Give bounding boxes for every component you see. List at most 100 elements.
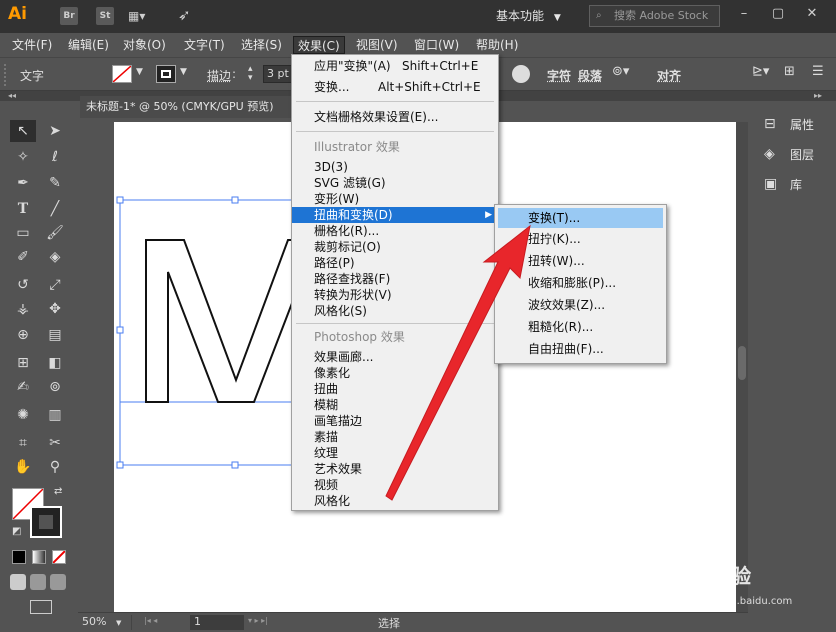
grip-handle[interactable] bbox=[4, 64, 8, 86]
style-icon[interactable]: ⊚▾ bbox=[612, 64, 638, 82]
transform-icon[interactable]: ⊵▾ bbox=[752, 64, 776, 82]
stroke-stepper[interactable]: ▴ ▾ bbox=[248, 65, 260, 83]
menu-window[interactable]: 窗口(W) bbox=[410, 36, 463, 54]
stroke-swatch[interactable] bbox=[156, 65, 176, 83]
recolor-artwork-icon[interactable] bbox=[512, 65, 530, 83]
stroke-color-swatch[interactable] bbox=[30, 506, 62, 538]
menu-item-distort-transform[interactable]: 扭曲和变换(D) ▶ bbox=[292, 207, 498, 223]
menu-item-blur[interactable]: 模糊 bbox=[292, 397, 498, 413]
first-page-icon[interactable]: |◂ ◂ bbox=[144, 616, 157, 625]
mesh-tool-icon[interactable]: ⊞ bbox=[10, 352, 36, 374]
eyedropper-tool-icon[interactable]: ✍ bbox=[10, 376, 36, 398]
pen-tool-icon[interactable]: ✒ bbox=[10, 172, 36, 194]
gpu-performance-icon[interactable]: ➶ bbox=[178, 6, 191, 24]
document-raster-settings-item[interactable]: 文档栅格效果设置(E)... bbox=[292, 109, 498, 125]
submenu-item-tweak[interactable]: 扭拧(K)... bbox=[495, 231, 666, 247]
rotate-tool-icon[interactable]: ↺ bbox=[10, 274, 36, 296]
libraries-panel-tab[interactable]: 库 bbox=[790, 174, 802, 196]
layers-panel-tab[interactable]: 图层 bbox=[790, 144, 814, 166]
submenu-item-twist[interactable]: 扭转(W)... bbox=[495, 253, 666, 269]
menu-item-path[interactable]: 路径(P) bbox=[292, 255, 498, 271]
submenu-item-pucker-bloat[interactable]: 收缩和膨胀(P)... bbox=[495, 275, 666, 291]
column-graph-tool-icon[interactable]: ▥ bbox=[42, 404, 68, 426]
swap-fill-stroke-icon[interactable]: ⇄ bbox=[54, 486, 62, 497]
submenu-item-zig-zag[interactable]: 波纹效果(Z)... bbox=[495, 297, 666, 313]
default-colors-icon[interactable]: ◩ bbox=[12, 526, 21, 537]
stroke-label[interactable]: 描边 bbox=[207, 67, 231, 84]
menu-item-rasterize[interactable]: 栅格化(R)... bbox=[292, 223, 498, 239]
menu-item-brush-strokes[interactable]: 画笔描边 bbox=[292, 413, 498, 429]
expand-panels-icon[interactable]: ▸▸ bbox=[814, 91, 822, 100]
menu-edit[interactable]: 编辑(E) bbox=[64, 36, 113, 54]
menu-item-convert-to-shape[interactable]: 转换为形状(V) bbox=[292, 287, 498, 303]
menu-object[interactable]: 对象(O) bbox=[119, 36, 170, 54]
stock-search-input[interactable]: 搜索 Adobe Stock bbox=[589, 5, 720, 27]
menu-item-artistic[interactable]: 艺术效果 bbox=[292, 461, 498, 477]
paragraph-panel-link[interactable]: 段落 bbox=[578, 67, 602, 84]
last-effect-item[interactable]: 变换... Alt+Shift+Ctrl+E bbox=[292, 79, 498, 95]
menu-item-effect-gallery[interactable]: 效果画廊... bbox=[292, 349, 498, 365]
submenu-item-transform[interactable]: 变换(T)... bbox=[498, 208, 663, 228]
chevron-down-icon[interactable]: ▼ bbox=[180, 67, 187, 77]
close-button[interactable]: ✕ bbox=[800, 3, 824, 25]
width-tool-icon[interactable]: ⚶ bbox=[10, 298, 36, 320]
apply-last-effect-item[interactable]: 应用"变换"(A) Shift+Ctrl+E bbox=[292, 58, 498, 74]
curvature-tool-icon[interactable]: ✎ bbox=[42, 172, 68, 194]
type-tool-icon[interactable]: T bbox=[10, 198, 36, 220]
selection-tool-icon[interactable]: ↖ bbox=[10, 120, 36, 142]
align-panel-link[interactable]: 对齐 bbox=[657, 67, 681, 84]
scale-tool-icon[interactable]: ⤢ bbox=[42, 274, 68, 296]
next-page-icon[interactable]: ▾ ▸ ▸| bbox=[248, 616, 268, 625]
menu-item-svg-filters[interactable]: SVG 滤镜(G) bbox=[292, 175, 498, 191]
arrange-documents-icon[interactable]: ▦▾ bbox=[128, 9, 158, 23]
menu-help[interactable]: 帮助(H) bbox=[472, 36, 522, 54]
draw-inside-icon[interactable] bbox=[50, 574, 66, 590]
color-mode-button[interactable] bbox=[12, 550, 26, 564]
paintbrush-tool-icon[interactable]: 🖌 bbox=[42, 222, 68, 244]
lasso-tool-icon[interactable]: ℓ bbox=[42, 146, 68, 168]
rectangle-tool-icon[interactable]: ▭ bbox=[10, 222, 36, 244]
draw-normal-icon[interactable] bbox=[10, 574, 26, 590]
eraser-tool-icon[interactable]: ◈ bbox=[42, 246, 68, 268]
submenu-item-roughen[interactable]: 粗糙化(R)... bbox=[495, 319, 666, 335]
shape-builder-tool-icon[interactable]: ⊕ bbox=[10, 324, 36, 346]
menu-view[interactable]: 视图(V) bbox=[352, 36, 402, 54]
vertical-scrollbar[interactable] bbox=[736, 122, 748, 612]
menu-select[interactable]: 选择(S) bbox=[237, 36, 286, 54]
gradient-tool-icon[interactable]: ◧ bbox=[42, 352, 68, 374]
artboard-number-input[interactable]: 1 bbox=[190, 615, 244, 630]
maximize-button[interactable]: ▢ bbox=[766, 3, 790, 25]
minimize-button[interactable]: – bbox=[732, 3, 756, 25]
menu-type[interactable]: 文字(T) bbox=[180, 36, 229, 54]
menu-item-sketch[interactable]: 素描 bbox=[292, 429, 498, 445]
document-tab[interactable]: 未标题-1* @ 50% (CMYK/GPU 预览) bbox=[80, 96, 300, 118]
bridge-badge[interactable]: Br bbox=[60, 7, 78, 25]
menu-item-pathfinder[interactable]: 路径查找器(F) bbox=[292, 271, 498, 287]
menu-item-ps-distort[interactable]: 扭曲 bbox=[292, 381, 498, 397]
draw-behind-icon[interactable] bbox=[30, 574, 46, 590]
puppet-warp-tool-icon[interactable]: ✥ bbox=[42, 298, 68, 320]
fill-swatch[interactable] bbox=[112, 65, 132, 83]
properties-panel-tab[interactable]: 属性 bbox=[790, 114, 814, 136]
hand-tool-icon[interactable]: ✋ bbox=[10, 456, 36, 478]
artboard-tool-icon[interactable]: ⌗ bbox=[10, 432, 36, 454]
perspective-grid-tool-icon[interactable]: ▤ bbox=[42, 324, 68, 346]
line-tool-icon[interactable]: ╱ bbox=[42, 198, 68, 220]
collapse-toolbar-icon[interactable]: ◂◂ bbox=[8, 91, 16, 100]
magic-wand-tool-icon[interactable]: ✧ bbox=[10, 146, 36, 168]
zoom-tool-icon[interactable]: ⚲ bbox=[42, 456, 68, 478]
menu-item-crop-marks[interactable]: 裁剪标记(O) bbox=[292, 239, 498, 255]
menu-item-pixelate[interactable]: 像素化 bbox=[292, 365, 498, 381]
direct-selection-tool-icon[interactable]: ➤ bbox=[42, 120, 68, 142]
menu-item-ps-stylize[interactable]: 风格化 bbox=[292, 493, 498, 509]
gradient-mode-button[interactable] bbox=[32, 550, 46, 564]
slice-tool-icon[interactable]: ✂ bbox=[42, 432, 68, 454]
workspace-switcher[interactable]: 基本功能 ▼ bbox=[496, 6, 561, 27]
submenu-item-free-distort[interactable]: 自由扭曲(F)... bbox=[495, 341, 666, 357]
chevron-down-icon[interactable]: ▼ bbox=[136, 67, 143, 77]
menu-item-stylize[interactable]: 风格化(S) bbox=[292, 303, 498, 319]
character-panel-link[interactable]: 字符 bbox=[547, 67, 571, 84]
shaper-tool-icon[interactable]: ✐ bbox=[10, 246, 36, 268]
blend-tool-icon[interactable]: ⊚ bbox=[42, 376, 68, 398]
symbol-sprayer-tool-icon[interactable]: ✺ bbox=[10, 404, 36, 426]
